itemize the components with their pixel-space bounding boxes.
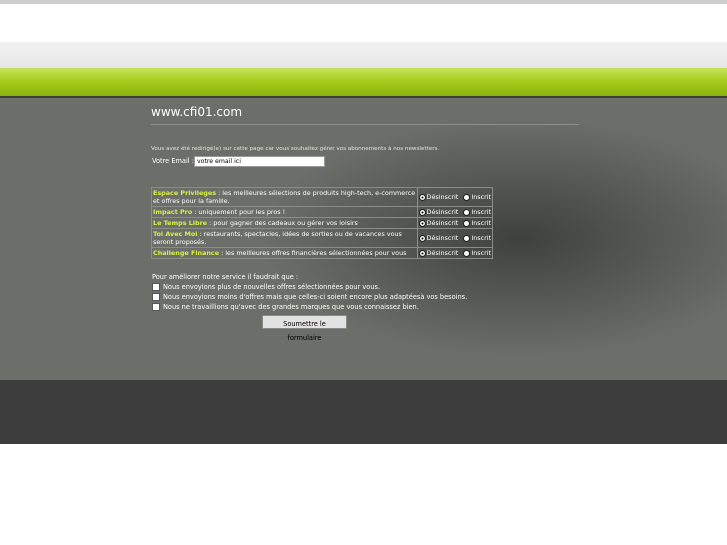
header-space: [0, 4, 727, 42]
subscription-options: Désinscrit Inscrit: [416, 206, 494, 218]
newsletter-description: Toi Avec Moi : restaurants, spectacles, …: [151, 228, 418, 248]
checkbox[interactable]: [152, 283, 160, 291]
subscribe-radio[interactable]: [463, 193, 471, 201]
subscription-options: Désinscrit Inscrit: [416, 247, 494, 259]
newsletter-name: Toi Avec Moi: [153, 230, 198, 238]
newsletter-row: Toi Avec Moi : restaurants, spectacles, …: [151, 228, 494, 248]
newsletter-desc-text: : uniquement pour les pros !: [192, 208, 286, 216]
subscribe-label: Inscrit: [471, 193, 491, 201]
subscribe-radio[interactable]: [463, 219, 471, 227]
unsubscribe-label: Désinscrit: [426, 219, 459, 227]
subscribe-label: Inscrit: [471, 249, 491, 257]
newsletter-description: Challenge Finance : les meilleures offre…: [151, 247, 418, 259]
newsletter-name: Espace Privileges: [153, 189, 217, 197]
newsletter-desc-text: : les meilleures offres financières séle…: [219, 249, 407, 257]
improve-option-3[interactable]: Nous ne travaillions qu'avec des grandes…: [152, 303, 419, 311]
newsletter-name: Le Temps Libre: [153, 219, 208, 227]
subscribe-radio[interactable]: [463, 234, 471, 242]
newsletter-name: Impact Pro: [153, 208, 193, 216]
email-field[interactable]: [194, 156, 325, 167]
unsubscribe-label: Désinscrit: [426, 208, 459, 216]
subscription-options: Désinscrit Inscrit: [416, 228, 494, 248]
newsletter-row: Le Temps Libre : pour gagner des cadeaux…: [151, 217, 494, 229]
unsubscribe-label: Désinscrit: [426, 234, 459, 242]
improve-option-2[interactable]: Nous envoyions moins d'offres mais que c…: [152, 293, 467, 301]
subscribe-radio[interactable]: [463, 208, 471, 216]
header-silver-band: [0, 42, 727, 68]
intro-text: Vous avez été redirigé(e) sur cette page…: [151, 146, 440, 152]
unsubscribe-radio[interactable]: [418, 249, 426, 257]
newsletter-description: Le Temps Libre : pour gagner des cadeaux…: [151, 217, 418, 229]
unsubscribe-radio[interactable]: [418, 234, 426, 242]
unsubscribe-label: Désinscrit: [426, 249, 459, 257]
newsletter-description: Espace Privileges : les meilleures sélec…: [151, 187, 418, 207]
subscribe-label: Inscrit: [471, 219, 491, 227]
newsletter-desc-text: : pour gagner des cadeaux ou gérer vos l…: [207, 219, 358, 227]
footer: [0, 380, 727, 444]
unsubscribe-radio[interactable]: [418, 193, 426, 201]
improve-label: Pour améliorer notre service il faudrait…: [152, 273, 299, 281]
site-title: www.cfi01.com: [151, 105, 243, 119]
subscribe-label: Inscrit: [471, 234, 491, 242]
unsubscribe-radio[interactable]: [418, 208, 426, 216]
header-green-bar: [0, 68, 727, 98]
newsletter-description: Impact Pro : uniquement pour les pros !: [151, 206, 418, 218]
newsletter-row: Espace Privileges : les meilleures sélec…: [151, 187, 494, 207]
unsubscribe-label: Désinscrit: [426, 193, 459, 201]
email-label: Votre Email :: [152, 157, 194, 165]
newsletter-name: Challenge Finance: [153, 249, 220, 257]
subscription-options: Désinscrit Inscrit: [416, 217, 494, 229]
subscribe-label: Inscrit: [471, 208, 491, 216]
checkbox[interactable]: [152, 303, 160, 311]
unsubscribe-radio[interactable]: [418, 219, 426, 227]
newsletter-row: Challenge Finance : les meilleures offre…: [151, 247, 494, 259]
newsletter-row: Impact Pro : uniquement pour les pros ! D…: [151, 206, 494, 218]
subscription-options: Désinscrit Inscrit: [416, 187, 494, 207]
improve-option-1[interactable]: Nous envoyions plus de nouvelles offres …: [152, 283, 380, 291]
checkbox[interactable]: [152, 293, 160, 301]
title-divider: [151, 124, 579, 125]
newsletter-table: Espace Privileges : les meilleures sélec…: [151, 187, 494, 259]
subscribe-radio[interactable]: [463, 249, 471, 257]
submit-button[interactable]: Soumettre le formulaire: [262, 315, 347, 342]
